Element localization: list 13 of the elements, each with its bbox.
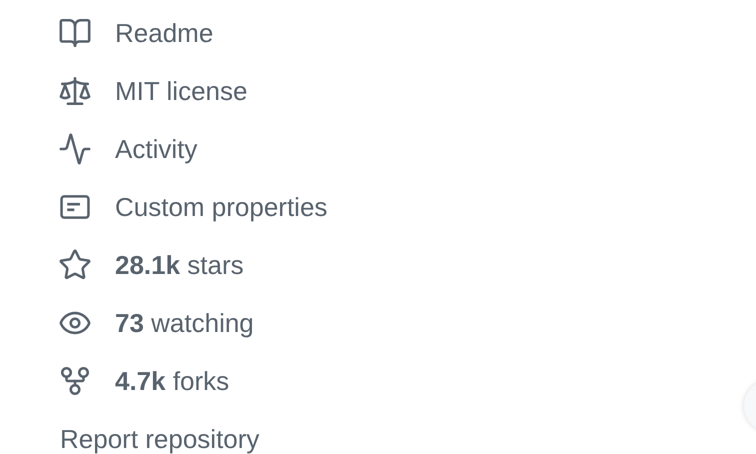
sidebar-link[interactable]: 4.7k forks xyxy=(115,366,230,396)
star-icon xyxy=(58,248,92,282)
sidebar-link[interactable]: 28.1k stars xyxy=(115,250,244,280)
sidebar-link[interactable]: 73 watching xyxy=(115,308,254,338)
fork-icon xyxy=(58,364,92,398)
pulse-icon xyxy=(58,132,92,166)
sidebar-link[interactable]: Custom properties xyxy=(115,192,328,222)
book-icon xyxy=(58,16,92,50)
scale-icon xyxy=(58,74,92,108)
sidebar-link[interactable]: MIT license xyxy=(115,76,248,106)
sidebar-link[interactable]: Readme xyxy=(115,18,214,48)
report-link[interactable]: Report repository xyxy=(60,424,260,454)
sidebar-link[interactable]: Activity xyxy=(115,134,198,164)
